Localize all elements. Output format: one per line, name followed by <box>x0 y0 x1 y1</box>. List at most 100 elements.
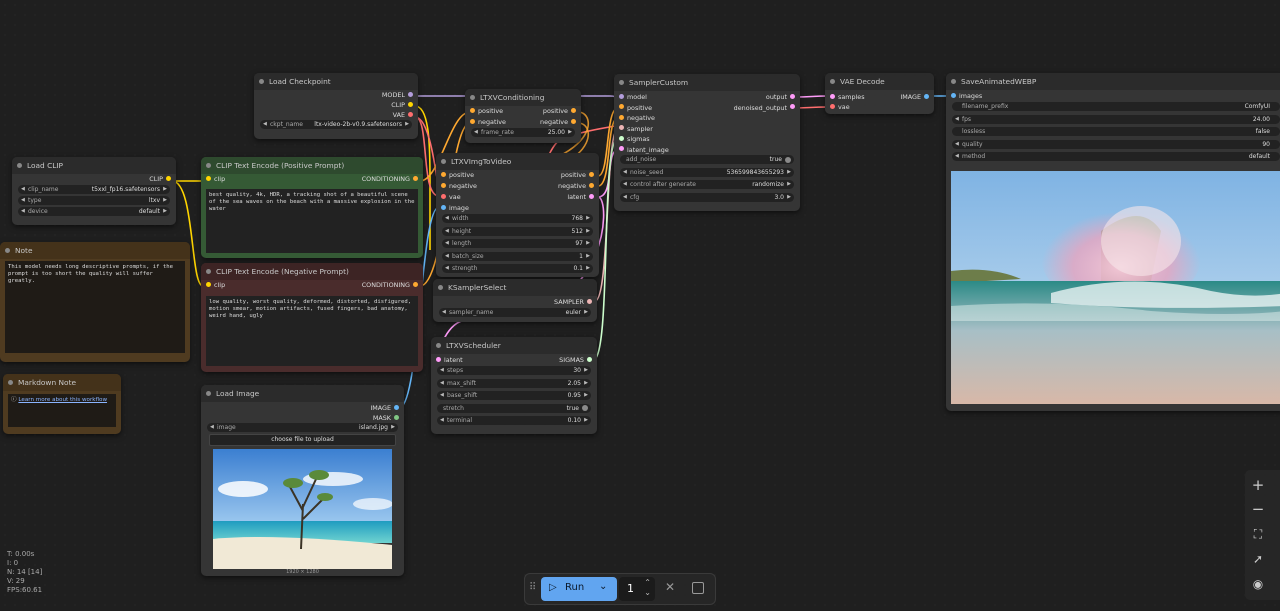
batch-count-input[interactable]: 1 ⌃ ⌄ <box>619 577 655 601</box>
add-noise-toggle[interactable]: add_noise true <box>620 155 794 164</box>
fit-view-icon[interactable]: ⛶ <box>1245 521 1271 547</box>
output-positive[interactable]: positive <box>543 106 576 117</box>
output-denoised[interactable]: denoised_output <box>734 103 795 114</box>
node-clip-text-encode-positive[interactable]: CLIP Text Encode (Positive Prompt) clip C… <box>201 157 423 258</box>
steps-number[interactable]: ◀ steps 30 ▶ <box>437 366 591 375</box>
filename-prefix-text[interactable]: filename_prefix ComfyUI <box>952 102 1280 111</box>
zoom-in-icon[interactable]: + <box>1245 472 1271 498</box>
frame-rate-number[interactable]: ◀ frame_rate 25.00 ▶ <box>471 128 575 137</box>
input-vae[interactable]: vae <box>830 102 850 112</box>
node-note[interactable]: Note This model needs long descriptive p… <box>0 242 190 362</box>
input-clip[interactable]: clip <box>206 174 225 185</box>
node-ltxv-img-to-video[interactable]: LTXVImgToVideo positive positive negative… <box>436 153 599 277</box>
method-combo[interactable]: ◀ method default <box>952 152 1280 161</box>
height-number[interactable]: ◀ height 512 ▶ <box>442 226 593 236</box>
output-image[interactable]: IMAGE <box>370 403 399 413</box>
clip-name-combo[interactable]: ◀ clip_name t5xxl_fp16.safetensors ▶ <box>18 185 170 194</box>
strength-number[interactable]: ◀ strength 0.1 ▶ <box>442 264 593 273</box>
node-ltxv-scheduler[interactable]: LTXVScheduler latent SIGMAS ◀ steps 30 ▶ ◀ ma… <box>431 337 597 434</box>
chevron-down-icon[interactable]: ⌄ <box>599 581 607 592</box>
output-negative[interactable]: negative <box>558 181 594 192</box>
input-negative[interactable]: negative <box>441 181 477 192</box>
node-markdown-note[interactable]: Markdown Note ⓘ Learn more about this wo… <box>3 374 121 434</box>
quality-number[interactable]: ◀ quality 90 <box>952 139 1280 149</box>
input-latent-image[interactable]: latent_image <box>619 145 669 156</box>
terminal-number[interactable]: ◀ terminal 0.10 ▶ <box>437 416 591 425</box>
drag-handle-icon[interactable]: ⠿ <box>529 582 536 593</box>
node-title: Markdown Note <box>3 374 121 391</box>
output-model[interactable]: MODEL <box>382 90 413 100</box>
ckpt-name-combo[interactable]: ◀ ckpt_name ltx-video-2b-v0.9.safetensors ▶ <box>260 120 412 129</box>
output-clip[interactable]: CLIP <box>149 174 171 185</box>
canvas-stats: T: 0.00s I: 0 N: 14 [14] V: 29 FPS:60.61 <box>7 550 43 594</box>
decrement-icon[interactable]: ⌄ <box>644 588 651 597</box>
base-shift-number[interactable]: ◀ base_shift 0.95 ▶ <box>437 391 591 400</box>
node-title: SaveAnimatedWEBP <box>946 73 1280 90</box>
sampler-name-combo[interactable]: ◀ sampler_name euler ▶ <box>439 308 591 317</box>
lossless-toggle[interactable]: lossless false <box>952 127 1280 136</box>
input-sampler[interactable]: sampler <box>619 124 653 135</box>
batch-size-number[interactable]: ◀ batch_size 1 ▶ <box>442 251 593 261</box>
fps-number[interactable]: ◀ fps 24.00 <box>952 114 1280 124</box>
workflow-link[interactable]: Learn more about this workflow <box>18 397 107 403</box>
info-icon: ⓘ <box>11 397 17 403</box>
input-image[interactable]: image <box>441 203 469 214</box>
output-output[interactable]: output <box>766 92 795 103</box>
input-positive[interactable]: positive <box>470 106 503 117</box>
width-number[interactable]: ◀ width 768 ▶ <box>442 214 593 223</box>
input-samples[interactable]: samples <box>830 92 865 102</box>
max-shift-number[interactable]: ◀ max_shift 2.05 ▶ <box>437 378 591 388</box>
note-text[interactable]: This model needs long descriptive prompt… <box>5 261 185 353</box>
device-combo[interactable]: ◀ device default ▶ <box>18 207 170 216</box>
output-conditioning[interactable]: CONDITIONING <box>362 174 418 185</box>
input-clip[interactable]: clip <box>206 280 225 291</box>
input-positive[interactable]: positive <box>619 103 652 114</box>
node-save-animated-webp[interactable]: SaveAnimatedWEBP images filename_prefix C… <box>946 73 1280 411</box>
node-load-clip[interactable]: Load CLIP CLIP ◀ clip_name t5xxl_fp16.safe… <box>12 157 176 225</box>
output-negative[interactable]: negative <box>540 117 576 128</box>
node-vae-decode[interactable]: VAE Decode samples IMAGE vae <box>825 73 934 114</box>
output-latent[interactable]: latent <box>567 192 594 203</box>
node-sampler-custom[interactable]: SamplerCustom model output positive denois… <box>614 74 800 211</box>
select-mode-icon[interactable]: ➚ <box>1245 546 1271 572</box>
play-icon: ▷ <box>549 582 557 593</box>
output-conditioning[interactable]: CONDITIONING <box>362 280 418 291</box>
cfg-number[interactable]: ◀ cfg 3.0 ▶ <box>620 192 794 202</box>
node-title: Load CLIP <box>12 157 176 174</box>
input-negative[interactable]: negative <box>619 113 655 124</box>
stretch-toggle[interactable]: stretch true <box>437 403 591 413</box>
input-latent[interactable]: latent <box>436 355 463 366</box>
input-negative[interactable]: negative <box>470 117 506 128</box>
positive-prompt-textarea[interactable]: best quality, 4k, HDR, a tracking shot o… <box>206 189 418 253</box>
node-ksampler-select[interactable]: KSamplerSelect SAMPLER ◀ sampler_name eule… <box>433 279 597 322</box>
upload-button[interactable]: choose file to upload <box>209 434 396 446</box>
output-mask[interactable]: MASK <box>373 413 399 423</box>
control-after-generate-combo[interactable]: ◀ control after generate randomize ▶ <box>620 180 794 189</box>
input-images[interactable]: images <box>951 91 982 102</box>
cancel-icon[interactable]: ✕ <box>665 580 675 594</box>
input-model[interactable]: model <box>619 92 647 103</box>
zoom-out-icon[interactable]: − <box>1245 496 1271 522</box>
image-combo[interactable]: ◀ image island.jpg ▶ <box>207 423 398 432</box>
output-positive[interactable]: positive <box>561 170 594 181</box>
output-image[interactable]: IMAGE <box>900 92 929 102</box>
noise-seed-number[interactable]: ◀ noise_seed 536599843655293 ▶ <box>620 167 794 177</box>
output-sigmas[interactable]: SIGMAS <box>559 355 592 366</box>
node-load-checkpoint[interactable]: Load Checkpoint MODEL CLIP VAE ◀ ckpt_nam… <box>254 73 418 139</box>
run-button[interactable]: ▷ Run ⌄ <box>541 577 617 601</box>
toggle-link-visibility-icon[interactable]: ◉ <box>1245 571 1271 597</box>
node-clip-text-encode-negative[interactable]: CLIP Text Encode (Negative Prompt) clip C… <box>201 263 423 372</box>
output-sampler[interactable]: SAMPLER <box>554 297 592 308</box>
negative-prompt-textarea[interactable]: low quality, worst quality, deformed, di… <box>206 296 418 366</box>
length-number[interactable]: ◀ length 97 ▶ <box>442 239 593 248</box>
output-vae[interactable]: VAE <box>393 110 413 120</box>
node-load-image[interactable]: Load Image IMAGE MASK ◀ image island.jpg ▶ … <box>201 385 404 576</box>
stop-icon[interactable] <box>692 582 704 594</box>
node-ltxv-conditioning[interactable]: LTXVConditioning positive positive negati… <box>465 89 581 143</box>
input-positive[interactable]: positive <box>441 170 474 181</box>
increment-icon[interactable]: ⌃ <box>644 578 651 587</box>
output-clip[interactable]: CLIP <box>391 100 413 110</box>
type-combo[interactable]: ◀ type ltxv ▶ <box>18 196 170 205</box>
input-vae[interactable]: vae <box>441 192 461 203</box>
input-sigmas[interactable]: sigmas <box>619 134 650 145</box>
